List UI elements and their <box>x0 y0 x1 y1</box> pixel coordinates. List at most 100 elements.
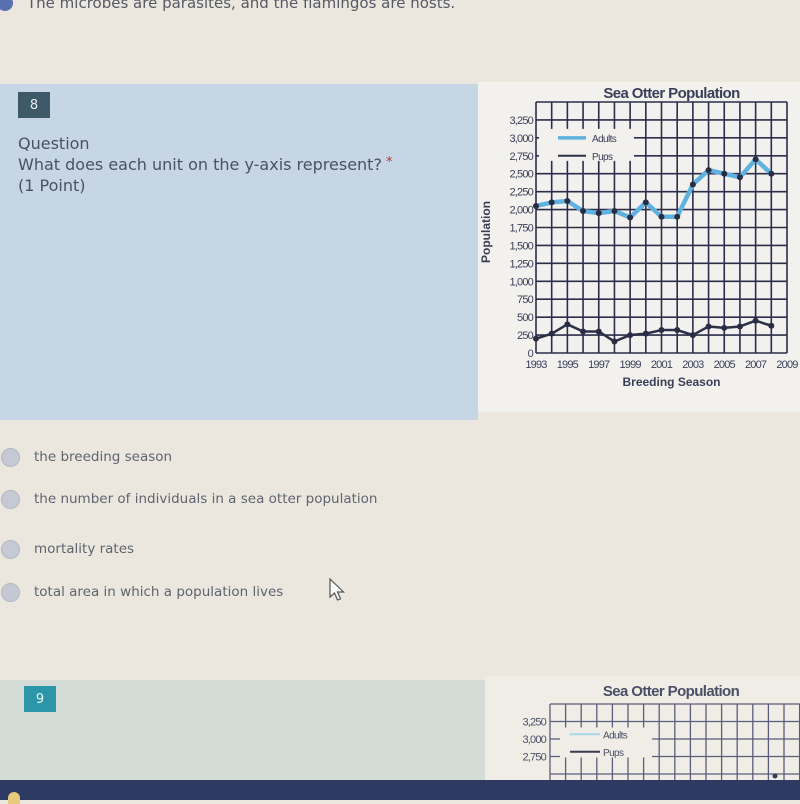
question-text: What does each unit on the y-axis repres… <box>18 155 392 174</box>
y-tick-label: 500 <box>517 312 534 324</box>
y-tick-label: 2,250 <box>509 187 533 199</box>
data-point-adults <box>595 210 602 217</box>
data-point-pups <box>752 317 759 324</box>
previous-question-answer[interactable]: The microbes are parasites, and the flam… <box>0 0 800 14</box>
data-point-pups <box>564 321 571 328</box>
x-tick-label: 2001 <box>651 359 673 371</box>
data-point-pups <box>689 332 696 339</box>
y-tick-label: 3,000 <box>509 133 533 145</box>
y-axis-label: Population <box>479 201 493 263</box>
y-tick-label: 2,750 <box>522 752 546 764</box>
x-tick-label: 2009 <box>776 359 798 371</box>
data-point-pups <box>736 323 743 330</box>
data-point-adults <box>752 156 759 163</box>
data-point-adults <box>772 773 778 779</box>
data-point-pups <box>595 328 602 335</box>
taskbar-app-icon[interactable] <box>8 792 20 804</box>
y-tick-label: 3,250 <box>509 115 533 127</box>
required-marker: * <box>385 155 393 170</box>
sea-otter-population-chart: Sea Otter Population02505007501,0001,250… <box>479 85 799 389</box>
radio-button[interactable] <box>1 447 20 467</box>
option-label: mortality rates <box>34 541 135 557</box>
y-tick-label: 2,500 <box>509 169 533 181</box>
question-9-card: 9 <box>0 680 485 780</box>
y-tick-label: 1,500 <box>509 240 533 252</box>
data-point-adults <box>689 181 696 188</box>
radio-button[interactable] <box>1 539 20 559</box>
option-breeding-season[interactable]: the breeding season <box>0 444 172 470</box>
data-point-adults <box>721 170 728 177</box>
legend-label-adults: Adults <box>592 134 617 145</box>
mouse-cursor-icon <box>329 578 345 601</box>
data-point-pups <box>611 338 618 345</box>
data-point-pups <box>674 327 681 334</box>
chart-title: Sea Otter Population <box>603 683 740 700</box>
question-points: (1 Point) <box>18 176 86 195</box>
option-mortality-rates[interactable]: mortality rates <box>0 536 134 562</box>
data-point-adults <box>627 214 634 221</box>
legend-label-pups: Pups <box>603 748 624 759</box>
chart-title: Sea Otter Population <box>603 85 740 102</box>
y-tick-label: 250 <box>517 330 534 342</box>
question-8-card: 8 Question What does each unit on the y-… <box>0 84 478 420</box>
data-point-adults <box>768 170 775 177</box>
y-tick-label: 3,250 <box>522 717 546 729</box>
x-tick-label: 2005 <box>714 359 736 371</box>
x-tick-label: 1993 <box>525 359 547 371</box>
data-point-pups <box>705 323 712 330</box>
data-point-adults <box>674 213 681 220</box>
legend-background <box>539 128 634 161</box>
data-point-adults <box>611 208 618 215</box>
y-tick-label: 1,250 <box>509 258 533 270</box>
y-tick-label: 1,750 <box>509 223 533 235</box>
x-tick-label: 1997 <box>588 359 610 371</box>
question-label: Question <box>18 134 90 153</box>
option-label: the breeding season <box>34 449 173 465</box>
y-tick-label: 750 <box>517 294 534 306</box>
chart-panel-q9: Sea Otter Population 3,250 3,000 2,750 Adult… <box>485 676 800 780</box>
x-axis-label: Breeding Season <box>622 375 720 389</box>
x-tick-label: 1999 <box>619 359 641 371</box>
data-point-pups <box>642 330 649 337</box>
data-point-adults <box>548 199 555 206</box>
option-label: total area in which a population lives <box>34 584 284 600</box>
option-number-of-individuals[interactable]: the number of individuals in a sea otter… <box>0 486 377 512</box>
question-number-badge: 9 <box>24 686 56 712</box>
data-point-adults <box>580 208 587 215</box>
data-point-pups <box>548 330 555 337</box>
data-point-adults <box>736 174 743 181</box>
series-line-adults <box>535 157 773 220</box>
data-point-pups <box>721 324 728 331</box>
radio-button[interactable] <box>1 582 20 602</box>
previous-answer-radio[interactable] <box>0 0 13 11</box>
radio-button[interactable] <box>1 489 20 509</box>
x-tick-label: 2007 <box>745 359 767 371</box>
question-prompt: What does each unit on the y-axis repres… <box>18 155 382 174</box>
sea-otter-population-chart-q9: Sea Otter Population 3,250 3,000 2,750 Adult… <box>522 683 800 780</box>
legend-label-adults: Adults <box>603 730 628 741</box>
taskbar <box>0 780 800 804</box>
chart-panel: Sea Otter Population 0 250 500 750 1,000 1,250… <box>478 82 800 412</box>
legend-label-pups: Pups <box>592 152 613 163</box>
series-line-pups <box>535 319 772 343</box>
data-point-adults <box>564 197 571 204</box>
y-tick-label: 3,000 <box>522 734 546 746</box>
data-point-adults <box>658 213 665 220</box>
data-point-pups <box>627 332 634 339</box>
previous-answer-text: The microbes are parasites, and the flam… <box>27 0 456 12</box>
y-tick-label: 2,750 <box>509 151 533 163</box>
x-tick-label: 2003 <box>682 359 704 371</box>
question-number-badge: 8 <box>18 92 50 118</box>
option-label: the number of individuals in a sea otter… <box>34 491 378 507</box>
option-total-area[interactable]: total area in which a population lives <box>0 579 283 605</box>
data-point-pups <box>533 335 539 342</box>
y-tick-label: 2,000 <box>509 205 533 217</box>
y-tick-label: 1,000 <box>509 276 533 288</box>
data-point-pups <box>768 322 775 329</box>
data-point-adults <box>533 202 539 209</box>
x-tick-label: 1995 <box>557 359 579 371</box>
data-point-pups <box>580 328 587 335</box>
data-point-adults <box>642 199 649 206</box>
data-point-pups <box>658 327 665 334</box>
data-point-adults <box>705 167 712 174</box>
